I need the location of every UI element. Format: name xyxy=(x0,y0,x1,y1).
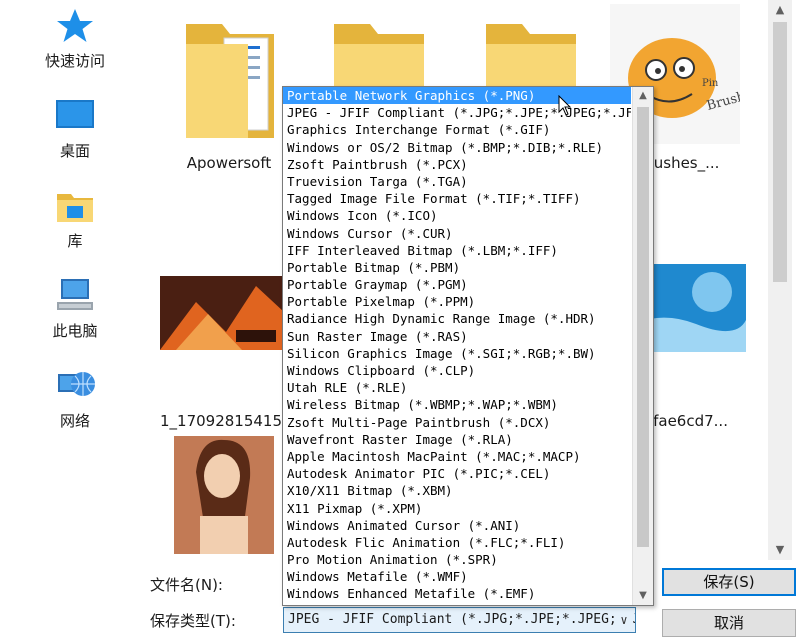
dropdown-option[interactable]: Utah RLE (*.RLE) xyxy=(283,379,631,396)
scrollbar-thumb[interactable] xyxy=(773,22,787,282)
dropdown-option[interactable]: IFF Interleaved Bitmap (*.LBM;*.IFF) xyxy=(283,242,631,259)
dropdown-option[interactable]: Portable Graymap (*.PGM) xyxy=(283,276,631,293)
dropdown-option[interactable]: Graphics Interchange Format (*.GIF) xyxy=(283,121,631,138)
dropdown-option[interactable]: Windows Animated Cursor (*.ANI) xyxy=(283,517,631,534)
save-button[interactable]: 保存(S) xyxy=(662,568,796,596)
thumb-brush-logo-small: Pin xyxy=(702,78,719,89)
dropdown-option[interactable]: Sun Raster Image (*.RAS) xyxy=(283,328,631,345)
dropdown-option[interactable]: Windows Metafile (*.WMF) xyxy=(283,568,631,585)
savetype-label: 保存类型(T): xyxy=(150,612,236,630)
nav-this-pc[interactable]: 此电脑 xyxy=(0,270,150,356)
nav-desktop[interactable]: 桌面 xyxy=(0,90,150,176)
file-name: 1_17092815415 xyxy=(159,412,283,430)
cancel-button[interactable]: 取消 xyxy=(662,609,796,637)
dropdown-option[interactable]: Apple Macintosh MacPaint (*.MAC;*.MACP) xyxy=(283,448,631,465)
nav-network[interactable]: 网络 xyxy=(0,360,150,446)
folder-icon xyxy=(186,24,274,138)
dropdown-option[interactable]: Zsoft Paintbrush (*.PCX) xyxy=(283,156,631,173)
dropdown-options: Portable Network Graphics (*.PNG) JPEG - … xyxy=(283,87,631,603)
network-icon xyxy=(58,372,95,396)
nav-desktop-label: 桌面 xyxy=(59,142,90,160)
dropdown-option[interactable]: Windows Clipboard (*.CLP) xyxy=(283,362,631,379)
dropdown-option[interactable]: Windows Cursor (*.CUR) xyxy=(283,225,631,242)
scrollbar-thumb[interactable] xyxy=(637,107,649,547)
computer-icon xyxy=(57,279,93,310)
dropdown-option[interactable]: Windows or OS/2 Bitmap (*.BMP;*.DIB;*.RL… xyxy=(283,139,631,156)
file-list-scrollbar[interactable]: ▲ ▼ xyxy=(768,0,792,560)
nav-this-pc-label: 此电脑 xyxy=(52,322,98,340)
dropdown-option[interactable]: Pro Motion Animation (*.SPR) xyxy=(283,551,631,568)
savetype-value: JPEG - JFIF Compliant (*.JPG;*.JPE;*.JPE… xyxy=(288,612,636,627)
dropdown-option[interactable]: Wavefront Raster Image (*.RLA) xyxy=(283,431,631,448)
chevron-down-icon: ∨ xyxy=(617,608,631,632)
dropdown-option[interactable]: Windows Enhanced Metafile (*.EMF) xyxy=(283,585,631,602)
dropdown-option[interactable]: Truevision Targa (*.TGA) xyxy=(283,173,631,190)
star-icon xyxy=(57,9,93,42)
savetype-dropdown-list: Portable Network Graphics (*.PNG) JPEG - … xyxy=(282,86,654,606)
dropdown-option[interactable]: X11 Pixmap (*.XPM) xyxy=(283,500,631,517)
photo-thumbnail xyxy=(174,436,274,554)
dropdown-option[interactable]: X10/X11 Bitmap (*.XBM) xyxy=(283,482,631,499)
dropdown-option[interactable]: Silicon Graphics Image (*.SGI;*.RGB;*.BW… xyxy=(283,345,631,362)
scroll-up-icon[interactable]: ▲ xyxy=(768,0,792,20)
file-name: Apowersoft xyxy=(186,154,272,172)
nav-library[interactable]: 库 xyxy=(0,180,150,266)
nav-library-label: 库 xyxy=(67,232,83,250)
dropdown-option[interactable]: Autodesk Animator PIC (*.PIC;*.CEL) xyxy=(283,465,631,482)
dropdown-option[interactable]: Portable Network Graphics (*.PNG) xyxy=(283,87,631,105)
scroll-up-icon[interactable]: ▲ xyxy=(633,87,653,105)
dropdown-option[interactable]: Tagged Image File Format (*.TIF;*.TIFF) xyxy=(283,190,631,207)
dropdown-option[interactable]: Windows Icon (*.ICO) xyxy=(283,207,631,224)
nav-quick-access-label: 快速访问 xyxy=(44,52,105,70)
dropdown-scrollbar[interactable]: ▲ ▼ xyxy=(632,87,653,605)
dropdown-option[interactable]: Wireless Bitmap (*.WBMP;*.WAP;*.WBM) xyxy=(283,396,631,413)
mouse-cursor-icon xyxy=(558,95,572,116)
dropdown-option[interactable]: Autodesk Flic Animation (*.FLC;*.FLI) xyxy=(283,534,631,551)
library-icon xyxy=(57,194,93,222)
dropdown-option[interactable]: Radiance High Dynamic Range Image (*.HDR… xyxy=(283,310,631,327)
image-thumbnail xyxy=(160,276,284,350)
savetype-select[interactable]: JPEG - JFIF Compliant (*.JPG;*.JPE;*.JPE… xyxy=(283,607,636,633)
scroll-down-icon[interactable]: ▼ xyxy=(633,587,653,605)
nav-quick-access[interactable]: 快速访问 xyxy=(0,0,150,86)
dropdown-option[interactable]: Zsoft Multi-Page Paintbrush (*.DCX) xyxy=(283,414,631,431)
navigation-pane: 快速访问 桌面 库 此电脑 网络 xyxy=(0,0,150,560)
nav-network-label: 网络 xyxy=(59,412,90,430)
dropdown-option[interactable]: Portable Bitmap (*.PBM) xyxy=(283,259,631,276)
filename-label: 文件名(N): xyxy=(150,576,223,594)
desktop-icon xyxy=(56,100,94,128)
save-as-dialog: 快速访问 桌面 库 此电脑 网络 Apowersoft Brushes Pin … xyxy=(0,0,809,640)
dropdown-option[interactable]: Portable Pixelmap (*.PPM) xyxy=(283,293,631,310)
dropdown-option[interactable]: JPEG - JFIF Compliant (*.JPG;*.JPE;*.JPE… xyxy=(283,104,631,121)
scroll-down-icon[interactable]: ▼ xyxy=(768,540,792,560)
